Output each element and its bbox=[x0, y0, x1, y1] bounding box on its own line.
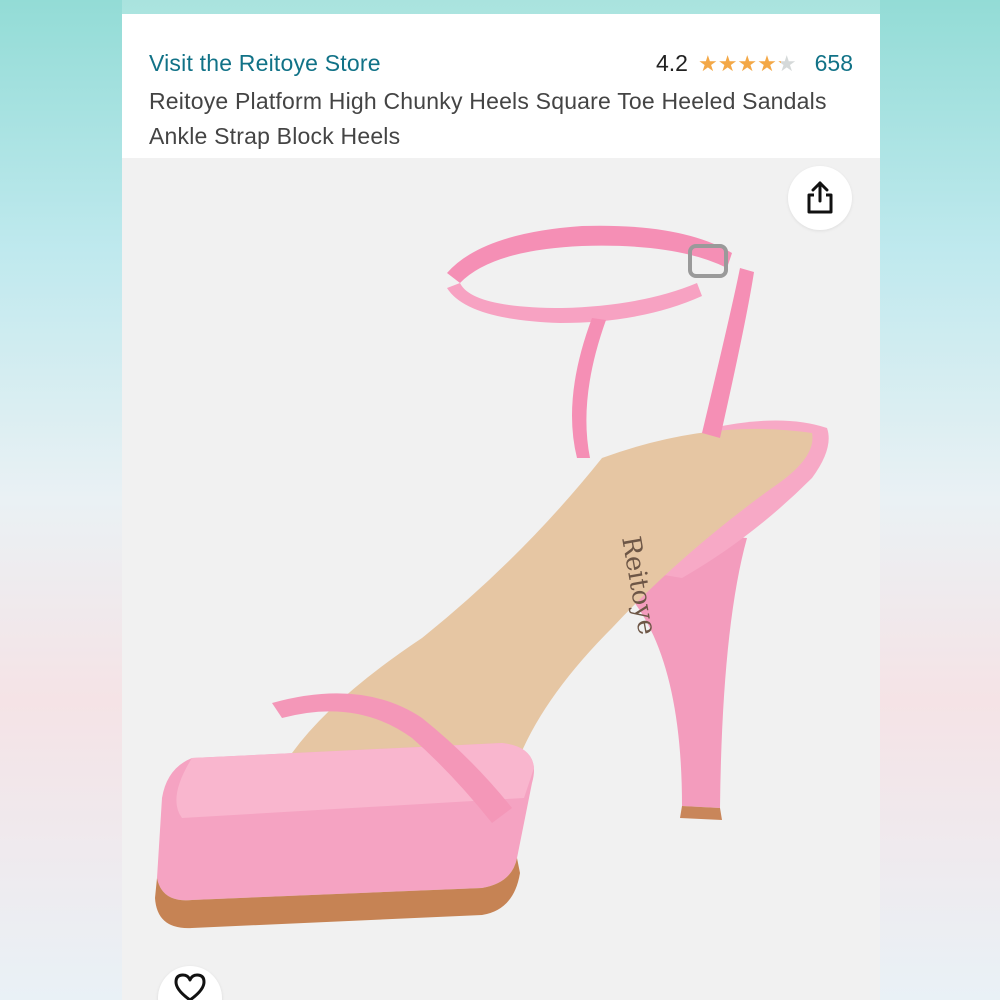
product-image[interactable]: Reitoye bbox=[122, 158, 880, 1000]
share-button[interactable] bbox=[788, 166, 852, 230]
review-count-link[interactable]: 658 bbox=[815, 50, 853, 77]
product-title: Reitoye Platform High Chunky Heels Squar… bbox=[149, 88, 827, 149]
star-icon: ★ bbox=[757, 50, 777, 76]
star-icon: ★ bbox=[717, 50, 738, 76]
product-screen: Visit the Reitoye Store 4.2 ★ ★ ★ ★ ★ 65… bbox=[122, 14, 880, 1000]
sandal-image: Reitoye bbox=[155, 225, 829, 929]
star-icon: ★ bbox=[737, 50, 758, 76]
star-icon: ★ bbox=[697, 50, 718, 76]
heart-icon bbox=[174, 973, 206, 1000]
rating-summary[interactable]: 4.2 ★ ★ ★ ★ ★ 658 bbox=[656, 50, 853, 77]
background-left bbox=[0, 0, 122, 1000]
star-icon: ★ bbox=[776, 50, 797, 76]
star-rating: ★ ★ ★ ★ ★ bbox=[698, 51, 797, 77]
share-icon bbox=[807, 181, 833, 214]
product-header: Visit the Reitoye Store 4.2 ★ ★ ★ ★ ★ 65… bbox=[122, 14, 880, 158]
rating-value: 4.2 bbox=[655, 50, 688, 76]
background-right bbox=[880, 0, 1000, 1000]
visit-store-link[interactable]: Visit the Reitoye Store bbox=[149, 50, 381, 77]
